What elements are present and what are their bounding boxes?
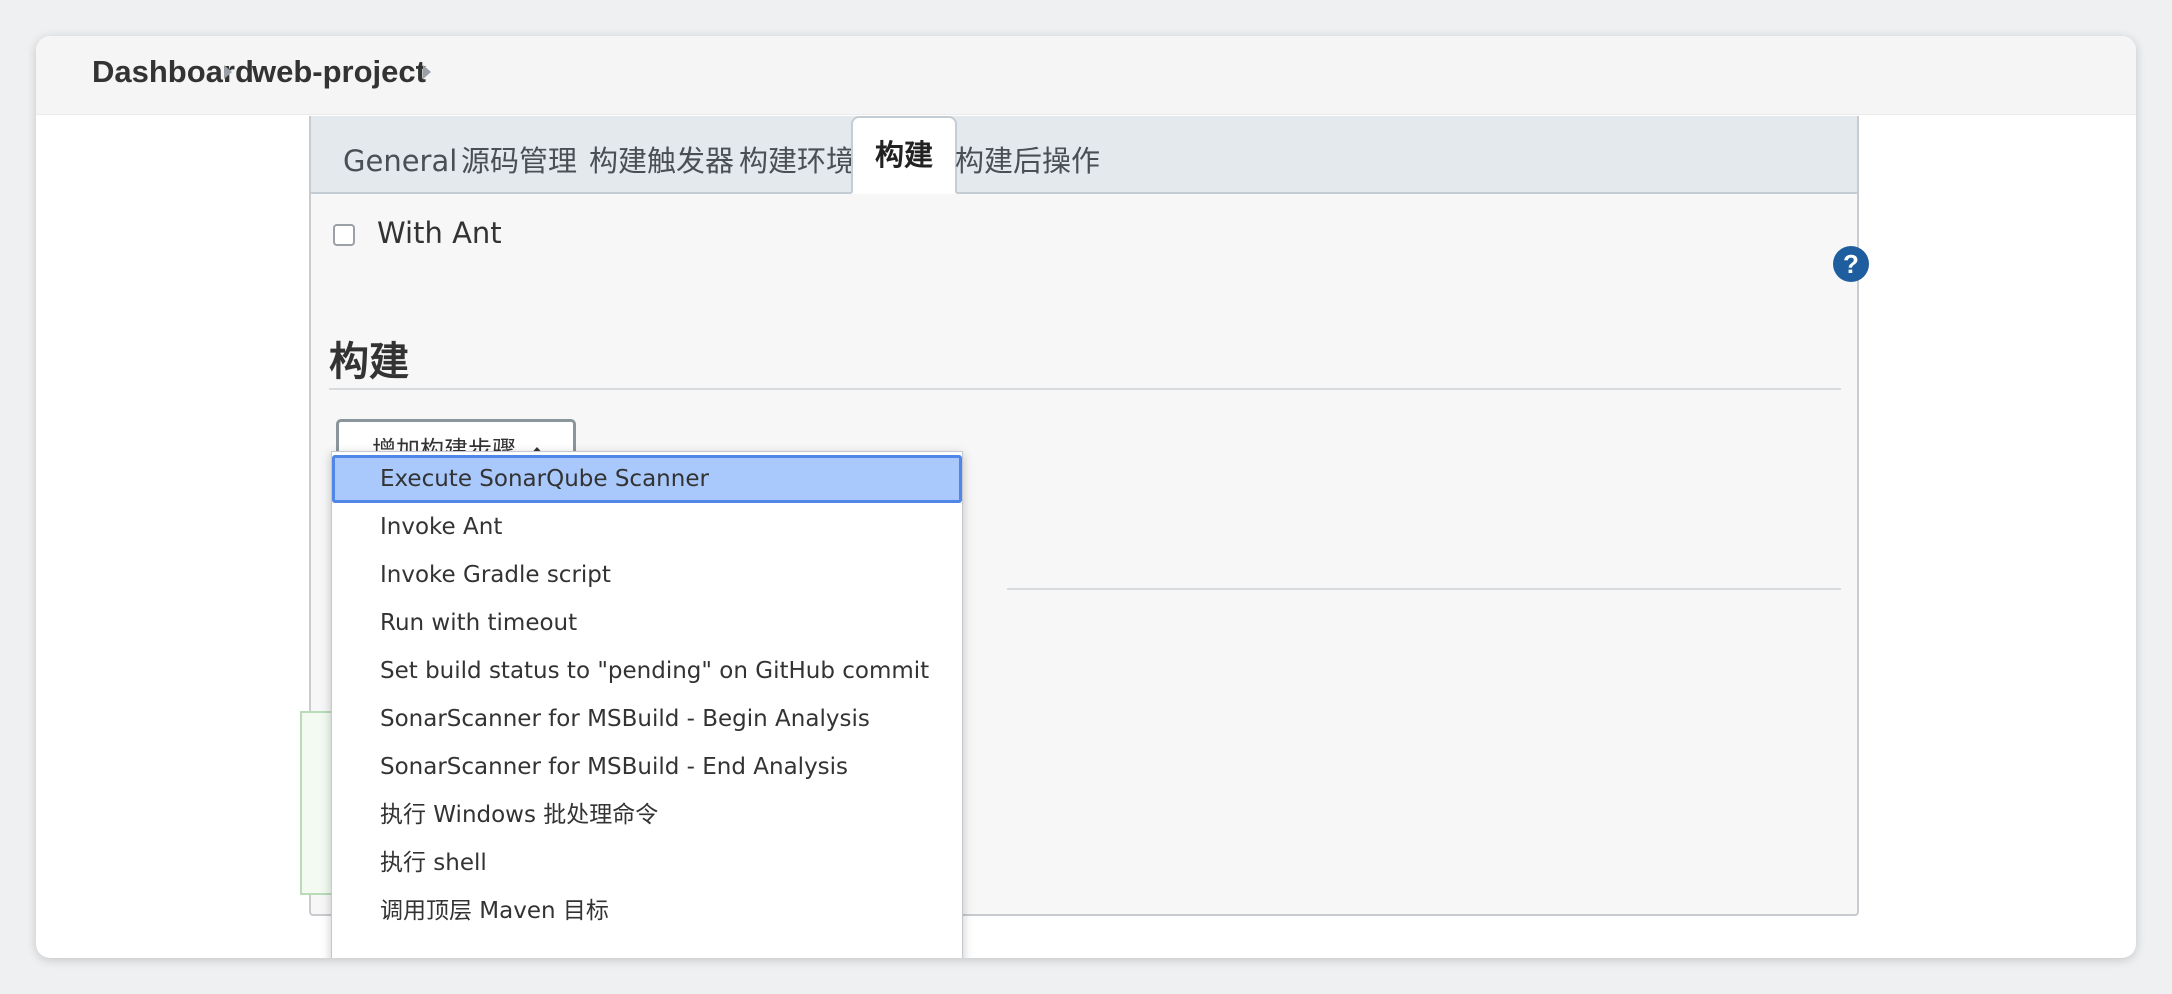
tab-general[interactable]: General — [335, 130, 465, 192]
section-divider — [1007, 588, 1841, 590]
section-divider — [329, 388, 1841, 390]
breadcrumb-separator-icon[interactable] — [423, 65, 431, 79]
help-icon[interactable]: ? — [1833, 246, 1869, 282]
with-ant-label[interactable]: With Ant — [377, 216, 502, 250]
with-ant-checkbox[interactable] — [333, 224, 355, 246]
dropdown-item-sonarscanner-msbuild-begin[interactable]: SonarScanner for MSBuild - Begin Analysi… — [332, 695, 962, 743]
tab-strip: General 源码管理 构建触发器 构建环境 构建 构建后操作 — [311, 116, 1857, 194]
build-step-dropdown: Execute SonarQube Scanner Invoke Ant Inv… — [331, 451, 963, 958]
breadcrumb-web-project[interactable]: web-project — [252, 54, 426, 90]
dropdown-item-set-build-status-pending[interactable]: Set build status to "pending" on GitHub … — [332, 647, 962, 695]
dropdown-item-invoke-gradle-script[interactable]: Invoke Gradle script — [332, 551, 962, 599]
tab-post-build-actions[interactable]: 构建后操作 — [947, 130, 1108, 192]
tab-build-environment[interactable]: 构建环境 — [731, 130, 863, 192]
breadcrumb: Dashboard web-project — [36, 36, 2136, 115]
breadcrumb-separator-icon[interactable] — [224, 65, 232, 79]
tab-build-triggers[interactable]: 构建触发器 — [581, 130, 742, 192]
dropdown-item-execute-shell[interactable]: 执行 shell — [332, 839, 962, 887]
jenkins-window: Dashboard web-project General 源码管理 构建触发器… — [36, 36, 2136, 958]
dropdown-item-windows-batch[interactable]: 执行 Windows 批处理命令 — [332, 791, 962, 839]
tab-build[interactable]: 构建 — [851, 116, 958, 194]
dropdown-item-run-with-timeout[interactable]: Run with timeout — [332, 599, 962, 647]
tab-source-control[interactable]: 源码管理 — [453, 130, 585, 192]
dropdown-item-invoke-ant[interactable]: Invoke Ant — [332, 503, 962, 551]
dropdown-item-invoke-maven[interactable]: 调用顶层 Maven 目标 — [332, 887, 962, 935]
dropdown-item-execute-sonarqube-scanner[interactable]: Execute SonarQube Scanner — [332, 455, 962, 503]
dropdown-item-sonarscanner-msbuild-end[interactable]: SonarScanner for MSBuild - End Analysis — [332, 743, 962, 791]
section-title: 构建 — [329, 339, 409, 385]
